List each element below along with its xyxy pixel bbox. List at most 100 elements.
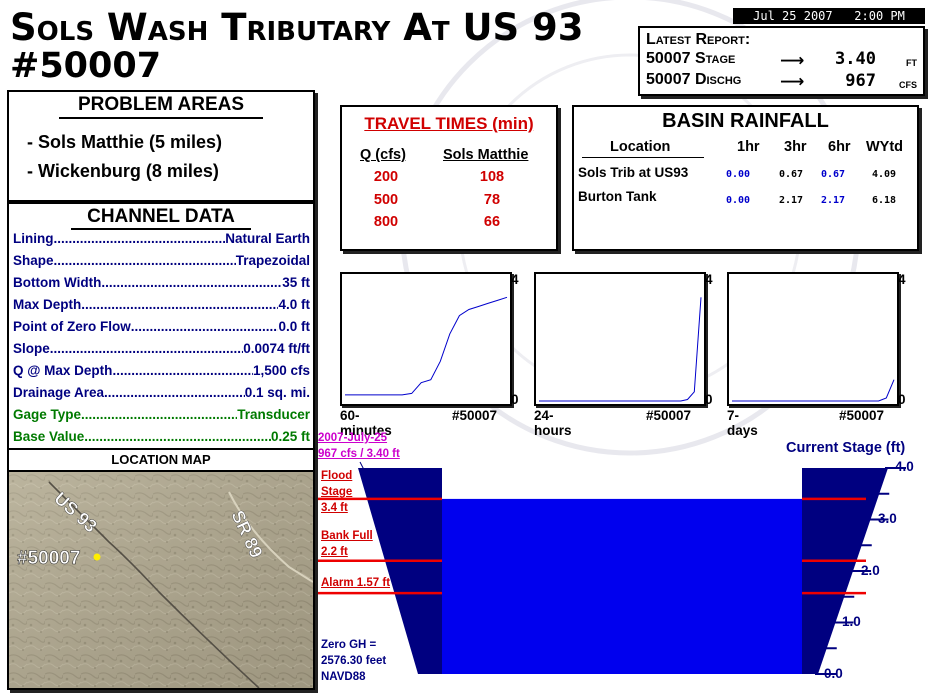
sparkline-svg (539, 297, 702, 402)
rain-col-1hr: 1hr (737, 139, 760, 155)
dashboard: Sols Wash Tributary At US 93 #50007 Jul … (0, 0, 933, 696)
discharge-label: 50007 Dischg (646, 71, 742, 88)
page-title-line1: Sols Wash Tributary At US 93 (10, 6, 584, 49)
problem-areas-heading: PROBLEM AREAS (77, 94, 245, 115)
alarm-label: Alarm 1.57 ft (321, 577, 391, 589)
problem-area-item: - Wickenburg (8 miles) (27, 161, 219, 181)
discharge-value: 967 (845, 71, 876, 91)
travel-times-panel: TRAVEL TIMES (min) Q (cfs) Sols Matthie … (340, 105, 558, 251)
scale-label-1: 1.0 (842, 614, 861, 629)
row-label: Gage Type (13, 407, 82, 422)
latest-report-panel: Latest Report: 50007 Stage ⟶ 3.40 FT 500… (638, 26, 925, 96)
channel-row-shape: Shape Trapezoidal (13, 253, 310, 268)
channel-row-lining: Lining Natural Earth (13, 231, 310, 246)
gauge-date: 2007-July-25 (318, 432, 388, 444)
sparkline-ymax-tick: 4 (898, 272, 906, 287)
travel-time: 78 (483, 192, 501, 208)
sparkline-ymax-tick: 4 (705, 272, 713, 287)
divider (71, 228, 251, 230)
channel-row-base-value: Base Value 0.25 ft (13, 429, 310, 444)
sparkline-gage-label: #50007 (452, 408, 498, 423)
row-label: Max Depth (13, 297, 82, 312)
row-value: 0.0 ft (278, 319, 310, 334)
channel-row-max-depth: Max Depth 4.0 ft (13, 297, 310, 312)
channel-row-zero-flow: Point of Zero Flow 0.0 ft (13, 319, 310, 334)
channel-data-heading: CHANNEL DATA (87, 206, 235, 227)
divider (582, 157, 704, 158)
scale-label-4: 4.0 (895, 459, 914, 474)
rain-location: Burton Tank (578, 189, 657, 204)
sparkline-gage-label: #50007 (839, 408, 885, 423)
sparkline-ymin-tick: 0 (511, 392, 519, 407)
sparkline-plot (727, 272, 899, 406)
travel-col-q: Q (cfs) (360, 147, 406, 163)
rain-1hr: 0.00 (726, 195, 751, 206)
rain-wytd: 6.18 (872, 195, 897, 206)
location-map-panel: LOCATION MAP US 93 SR 89 #50007 (7, 448, 315, 690)
basin-rainfall-heading: BASIN RAINFALL (662, 110, 829, 132)
row-label: Lining (13, 231, 54, 246)
channel-row-slope: Slope 0.0074 ft/ft (13, 341, 310, 356)
sparkline-period-label: 7-days (727, 408, 758, 438)
sparkline-ymin-tick: 0 (898, 392, 906, 407)
sparkline-plot (534, 272, 706, 406)
row-value: 4.0 ft (278, 297, 310, 312)
sparkline-plot (340, 272, 512, 406)
channel-row-gage-type: Gage Type Transducer (13, 407, 310, 422)
problem-areas-panel: PROBLEM AREAS - Sols Matthie (5 miles) -… (7, 90, 315, 202)
sparkline-svg (345, 296, 508, 396)
bank-full-label: Bank Full 2.2 ft (321, 530, 373, 558)
water-level (442, 498, 802, 674)
report-datetime: Jul 25 2007 2:00 PM (733, 8, 925, 24)
row-label: Base Value (13, 429, 85, 444)
rain-col-location: Location (610, 139, 671, 155)
row-value: Natural Earth (225, 231, 310, 246)
stage-unit: FT (906, 58, 917, 68)
sparkline-ymax-tick: 4 (511, 272, 519, 287)
row-label: Bottom Width (13, 275, 102, 290)
zero-gage-height: Zero GH = 2576.30 feet NAVD88 (321, 639, 387, 683)
basin-rainfall-panel: BASIN RAINFALL Location 1hr 3hr 6hr WYtd… (572, 105, 919, 251)
divider (59, 117, 263, 119)
row-label: Drainage Area (13, 385, 105, 400)
travel-col-location: Sols Matthie (443, 147, 529, 163)
location-map-heading: LOCATION MAP (9, 450, 313, 472)
travel-q: 800 (373, 214, 399, 230)
discharge-unit: CFS (899, 80, 917, 90)
stage-label: 50007 Stage (646, 50, 736, 67)
stage-series-line (539, 297, 702, 402)
sparkline-ymin-tick: 0 (705, 392, 713, 407)
scale-label-2: 2.0 (861, 563, 880, 578)
row-value: 35 ft (282, 275, 310, 290)
gage-marker-icon[interactable] (93, 553, 101, 561)
travel-time: 66 (483, 214, 501, 230)
row-label: Shape (13, 253, 54, 268)
rain-col-wytd: WYtd (866, 139, 904, 155)
rain-wytd: 4.09 (872, 169, 897, 180)
gage-label: #50007 (17, 548, 80, 569)
location-map-image[interactable]: US 93 SR 89 #50007 (9, 472, 313, 688)
row-value: Transducer (237, 407, 310, 422)
row-value: 0.0074 ft/ft (243, 341, 310, 356)
stage-arrow-icon: ⟶ (780, 51, 805, 70)
row-value: 1,500 cfs (252, 363, 310, 378)
channel-row-q-max-depth: Q @ Max Depth 1,500 cfs (13, 363, 310, 378)
rain-location: Sols Trib at US93 (578, 165, 689, 180)
gauge-datestamp: 2007-July-25 967 cfs / 3.40 ft (318, 430, 400, 462)
travel-times-heading: TRAVEL TIMES (min) (364, 114, 534, 133)
stage-series-line (345, 296, 508, 396)
rain-6hr: 2.17 (821, 195, 846, 206)
stage-series-line (732, 379, 895, 402)
current-stage-label: Current Stage (ft) (786, 440, 906, 456)
scale-label-3: 3.0 (878, 511, 897, 526)
rain-3hr: 0.67 (779, 169, 804, 180)
rain-1hr: 0.00 (726, 169, 751, 180)
stage-value: 3.40 (835, 49, 876, 69)
flood-stage-label: Flood Stage 3.4 ft (321, 470, 353, 514)
row-label: Point of Zero Flow (13, 319, 131, 334)
travel-time: 108 (479, 169, 505, 185)
sparkline-period-label: 24-hours (534, 408, 572, 438)
row-label: Q @ Max Depth (13, 363, 113, 378)
discharge-arrow-icon: ⟶ (780, 72, 805, 91)
row-label: Slope (13, 341, 50, 356)
